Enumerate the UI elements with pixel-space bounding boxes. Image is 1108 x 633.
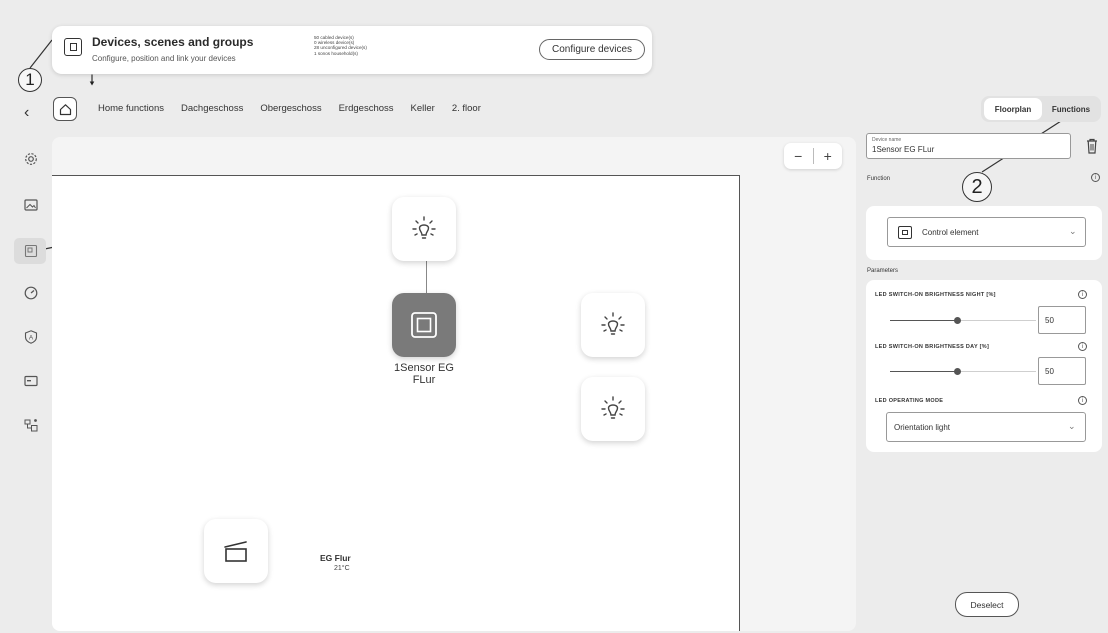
light-tile[interactable] [581,377,645,441]
room-name: EG Flur [320,553,351,563]
tab-obergeschoss[interactable]: Obergeschoss [260,103,321,114]
lightbulb-icon [412,216,436,239]
zoom-control: − + [784,143,842,169]
param-mode-label: LED OPERATING MODE [875,398,944,404]
info-icon[interactable]: i [1078,396,1087,405]
slider-fill [890,371,958,373]
floorplan-toggle[interactable]: Floorplan [984,98,1042,120]
stat-unconfigured: 28 unconfigured device(s) [314,45,367,51]
day-brightness-input[interactable]: 50 [1038,357,1086,385]
sensor-label: 1Sensor EG FLur [394,362,454,386]
home-button[interactable] [53,97,77,121]
zoom-in-button[interactable]: + [814,143,843,169]
device-name-field[interactable]: Device name 1Sensor EG FLur [866,133,1071,159]
display-icon[interactable] [22,372,40,390]
room-temperature: 21°C [334,565,350,572]
floorplan-icon[interactable] [22,242,40,260]
devices-banner: Devices, scenes and groups Configure, po… [52,26,652,74]
operating-mode-value: Orientation light [894,423,951,432]
night-brightness-input[interactable]: 50 [1038,306,1086,334]
home-icon [59,103,71,115]
slider-fill [890,320,958,322]
blind-tile[interactable] [204,519,268,583]
shield-a-icon[interactable]: A [22,328,40,346]
delete-button[interactable] [1084,137,1100,155]
light-tile[interactable] [581,293,645,357]
control-element-icon [898,226,912,239]
tab-dachgeschoss[interactable]: Dachgeschoss [181,103,243,114]
info-icon[interactable]: i [1078,290,1087,299]
deselect-button[interactable]: Deselect [955,592,1019,617]
night-brightness-slider[interactable] [890,317,1036,324]
param-night-label: LED SWITCH-ON BRIGHTNESS NIGHT [%] [875,292,996,298]
day-brightness-slider[interactable] [890,368,1036,375]
configure-devices-button[interactable]: Configure devices [539,39,645,60]
gauge-icon[interactable] [22,284,40,302]
device-name-value: 1Sensor EG FLur [872,145,935,154]
parameters-card: LED SWITCH-ON BRIGHTNESS NIGHT [%] i 50 … [866,280,1102,452]
lightbulb-icon [601,396,625,419]
slider-knob[interactable] [953,368,961,375]
device-link-line [426,261,428,293]
tab-home-functions[interactable]: Home functions [98,103,164,114]
chevron-down-icon: ⌄ [1069,226,1077,236]
chevron-down-icon: ⌄ [1068,421,1076,431]
svg-text:A: A [29,335,34,342]
function-section-label: Function [867,176,891,182]
function-card: Control element ⌄ [866,206,1102,260]
operating-mode-select[interactable]: Orientation light ⌄ [886,412,1086,442]
trash-icon [1087,138,1097,154]
callout-1-top: 1 [18,68,42,92]
lightbulb-icon [601,312,625,335]
zoom-out-button[interactable]: − [784,143,813,169]
tab-2-floor[interactable]: 2. floor [452,103,481,114]
gear-icon[interactable] [22,150,40,168]
banner-title: Devices, scenes and groups [92,35,254,49]
tab-keller[interactable]: Keller [411,103,435,114]
light-tile-linked[interactable] [392,197,456,261]
function-select-value: Control element [922,228,979,237]
callout-2-panel: 2 [962,172,992,202]
network-icon[interactable] [22,416,40,434]
down-arrow-icon: 🠗 [89,72,96,88]
sensor-tile-selected[interactable] [392,293,456,357]
control-element-icon [411,312,437,338]
parameters-section-label: Parameters [867,268,899,274]
tab-erdgeschoss[interactable]: Erdgeschoss [339,103,394,114]
stat-sonos: 1 sonos household(s) [314,50,358,56]
banner-subtitle: Configure, position and link your device… [92,54,236,63]
banner-stats: 50 cabled device(s) 0 wireless device(s)… [314,35,367,56]
image-icon[interactable] [22,196,40,214]
info-icon[interactable]: i [1078,342,1087,351]
floor-tabs: Home functions Dachgeschoss Obergeschoss… [98,103,481,114]
param-day-label: LED SWITCH-ON BRIGHTNESS DAY [%] [875,344,990,350]
view-toggle: Floorplan Functions [981,96,1101,122]
device-panel-icon [64,38,82,56]
blind-icon [224,541,247,562]
device-name-caption: Device name [872,137,902,143]
back-chevron-icon[interactable]: ‹ [24,104,29,122]
functions-toggle[interactable]: Functions [1042,98,1100,120]
function-select[interactable]: Control element ⌄ [887,217,1086,247]
floorplan-canvas[interactable]: − + 1Sensor EG FLur EG Flur 21°C [52,137,856,631]
slider-knob[interactable] [953,317,961,324]
info-icon[interactable]: i [1091,173,1100,182]
